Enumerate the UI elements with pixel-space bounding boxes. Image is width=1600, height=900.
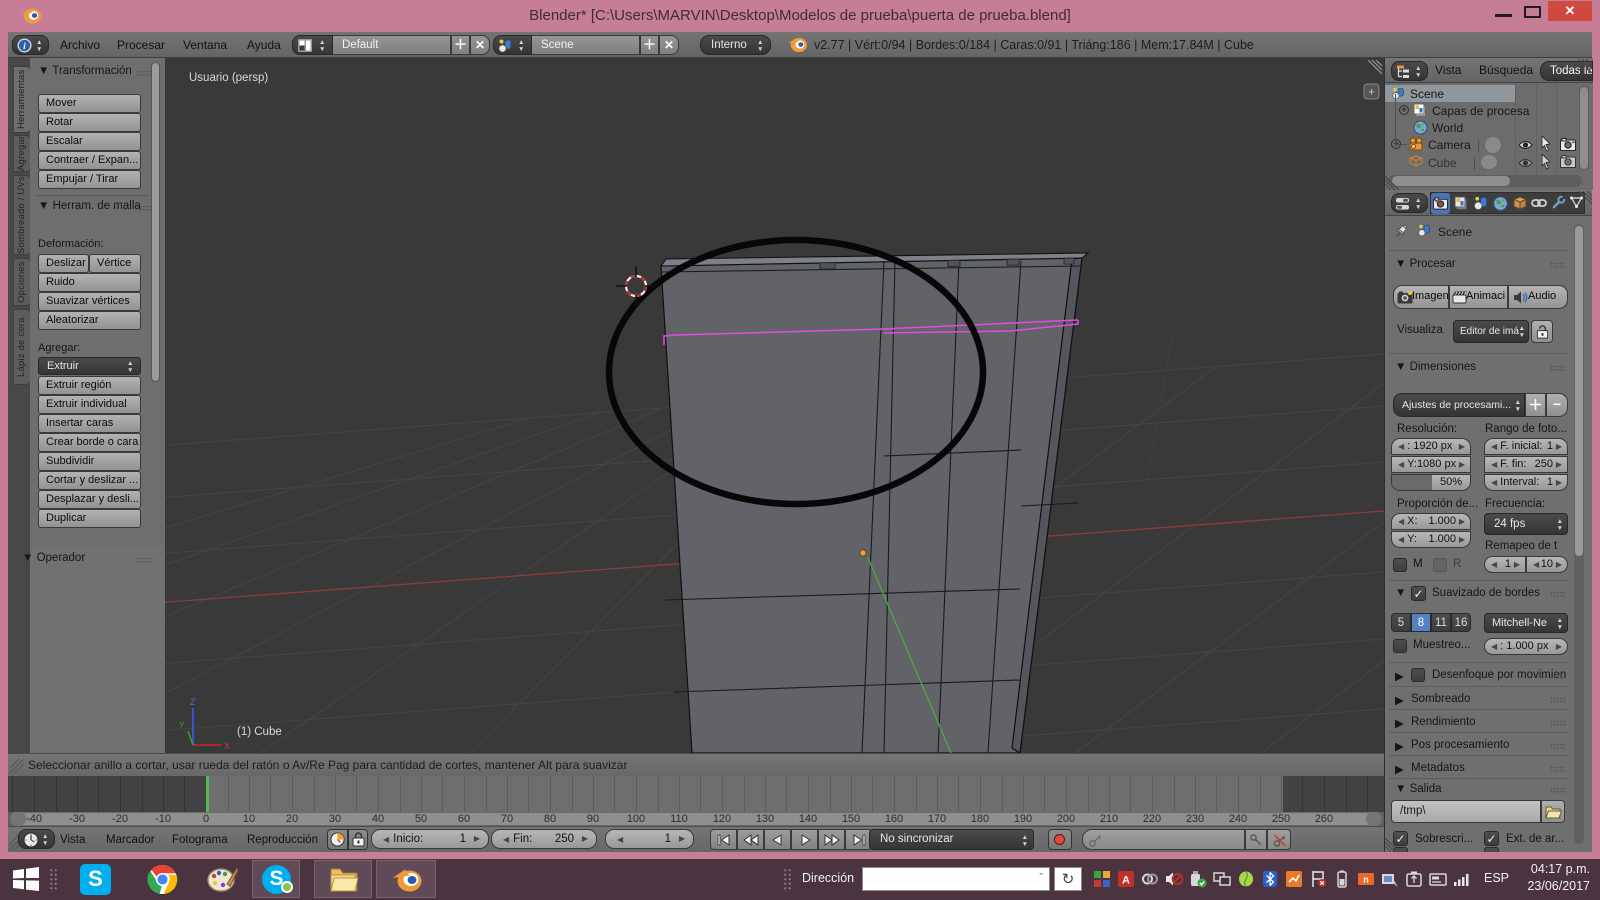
svg-text:Usuario (persp): Usuario (persp) (189, 72, 268, 84)
svg-text:(1) Cube: (1) Cube (237, 726, 282, 738)
svg-text:Z: Z (190, 697, 196, 707)
svg-text:A: A (1122, 875, 1130, 887)
svg-text:y: y (180, 719, 184, 728)
svg-text:i: i (23, 42, 26, 52)
svg-text:X: X (224, 741, 230, 751)
svg-text:n: n (1363, 875, 1369, 885)
svg-text:+: + (1368, 87, 1374, 99)
